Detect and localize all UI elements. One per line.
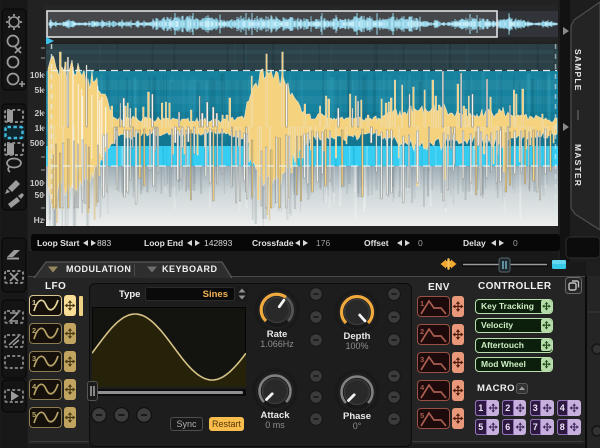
svg-text:1: 1 [420,299,424,308]
svg-text:3: 3 [420,355,424,364]
svg-text:2: 2 [420,327,424,336]
svg-text:5: 5 [420,411,424,420]
svg-text:4: 4 [420,383,425,392]
